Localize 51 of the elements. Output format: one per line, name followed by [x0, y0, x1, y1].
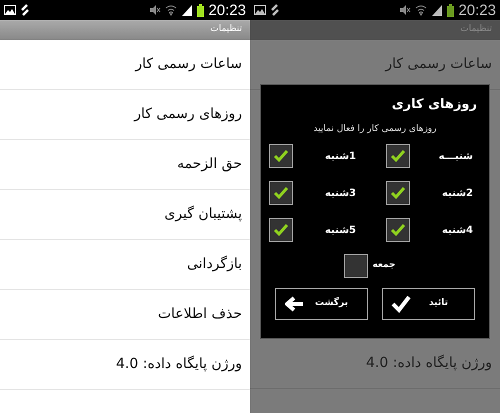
signal-icon	[181, 4, 194, 16]
day-label: جمعه	[372, 259, 396, 272]
dialog-subtitle: روزهای رسمی کار را فعال نمایید	[313, 122, 436, 136]
day-label: شنبـــه	[438, 150, 473, 164]
day-label: 2شنبه	[442, 186, 473, 200]
day-checkbox[interactable]	[269, 181, 293, 205]
settings-item[interactable]: ورژن پایگاه داده: 4.0	[116, 354, 242, 375]
day-label: 4شنبه	[442, 224, 473, 238]
gallery-icon	[4, 5, 16, 15]
check-icon	[273, 186, 289, 200]
mute-icon	[149, 5, 162, 15]
day-checkbox[interactable]	[269, 144, 293, 168]
gallery-icon	[254, 5, 266, 15]
wifi-icon	[165, 4, 178, 16]
confirm-button[interactable]: تائید	[382, 288, 475, 320]
settings-item[interactable]: حق الزحمه	[177, 154, 242, 175]
usb-icon	[20, 4, 30, 16]
screen-title: تنظیمات	[460, 23, 492, 36]
day-checkbox[interactable]	[386, 144, 410, 168]
arrow-left-icon	[284, 296, 304, 312]
check-icon	[273, 223, 289, 237]
mute-icon	[399, 5, 412, 15]
settings-item[interactable]: حذف اطلاعات	[158, 304, 242, 325]
day-checkbox[interactable]	[386, 181, 410, 205]
day-checkbox[interactable]	[386, 218, 410, 242]
settings-item[interactable]: بازگردانی	[186, 254, 242, 275]
check-icon	[391, 295, 411, 313]
status-time: 20:23	[458, 2, 496, 18]
back-button[interactable]: برگشت	[275, 288, 368, 320]
settings-item[interactable]: پشتیبان گیری	[164, 204, 242, 225]
day-label: 3شنبه	[324, 186, 356, 200]
day-label: 1شنبه	[324, 150, 356, 164]
day-checkbox[interactable]	[269, 218, 293, 242]
wifi-icon	[415, 4, 428, 16]
settings-item[interactable]: ساعات رسمی کار	[385, 54, 492, 75]
battery-icon	[447, 4, 454, 16]
check-icon	[390, 186, 406, 200]
settings-item[interactable]: روزهای رسمی کار	[134, 104, 242, 125]
check-icon	[390, 149, 406, 163]
day-label: 5شنبه	[324, 224, 356, 238]
day-checkbox[interactable]	[344, 254, 368, 278]
signal-icon	[431, 4, 444, 16]
settings-item[interactable]: ورژن پایگاه داده: 4.0	[366, 353, 492, 374]
dialog-title: روزهای کاری	[392, 96, 478, 114]
check-icon	[390, 223, 406, 237]
usb-icon	[270, 4, 280, 16]
check-icon	[273, 149, 289, 163]
battery-icon	[197, 4, 204, 16]
screen-title: تنظیمات	[210, 23, 242, 36]
settings-item[interactable]: ساعات رسمی کار	[135, 54, 242, 75]
status-time: 20:23	[208, 2, 246, 18]
